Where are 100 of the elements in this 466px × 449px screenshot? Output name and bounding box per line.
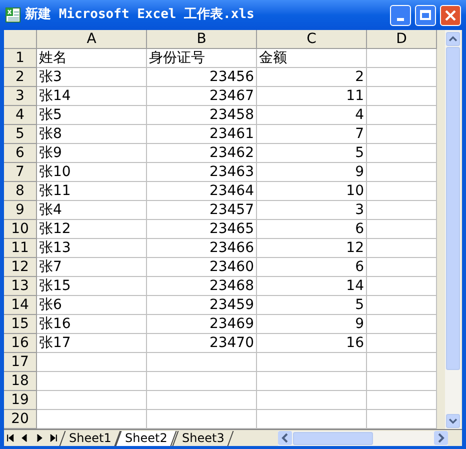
sheet-tab[interactable]: Sheet1 bbox=[59, 430, 122, 446]
empty-cell bbox=[367, 296, 437, 315]
row-header[interactable]: 2 bbox=[4, 68, 37, 87]
table-cell: 16 bbox=[257, 334, 367, 353]
table-cell: 张10 bbox=[37, 163, 147, 182]
maximize-button[interactable] bbox=[415, 4, 436, 26]
row-header[interactable]: 16 bbox=[4, 334, 37, 353]
empty-cell bbox=[367, 410, 437, 429]
table-cell: 张14 bbox=[37, 87, 147, 106]
row-header[interactable]: 3 bbox=[4, 87, 37, 106]
scroll-thumb[interactable] bbox=[446, 47, 460, 370]
table-cell: 3 bbox=[257, 201, 367, 220]
table-cell: 23469 bbox=[147, 315, 257, 334]
empty-cell bbox=[367, 277, 437, 296]
column-header[interactable]: D bbox=[367, 30, 437, 49]
table-cell: 23460 bbox=[147, 258, 257, 277]
row-header[interactable]: 8 bbox=[4, 182, 37, 201]
table-cell: 14 bbox=[257, 277, 367, 296]
minimize-button[interactable] bbox=[390, 4, 411, 26]
table-cell: 23463 bbox=[147, 163, 257, 182]
table-cell: 23464 bbox=[147, 182, 257, 201]
sheet-tab[interactable]: Sheet2 bbox=[116, 430, 178, 446]
row-header[interactable]: 17 bbox=[4, 353, 37, 372]
table-cell: 23458 bbox=[147, 106, 257, 125]
empty-cell bbox=[367, 201, 437, 220]
empty-cell bbox=[367, 87, 437, 106]
empty-cell bbox=[367, 372, 437, 391]
table-cell: 张8 bbox=[37, 125, 147, 144]
row-header[interactable]: 18 bbox=[4, 372, 37, 391]
row-header[interactable]: 14 bbox=[4, 296, 37, 315]
scroll-down-icon[interactable] bbox=[446, 414, 460, 428]
row-header[interactable]: 12 bbox=[4, 258, 37, 277]
table-cell: 张3 bbox=[37, 68, 147, 87]
empty-cell bbox=[367, 106, 437, 125]
empty-cell bbox=[367, 258, 437, 277]
table-cell: 6 bbox=[257, 258, 367, 277]
table-cell: 9 bbox=[257, 315, 367, 334]
table-cell: 张13 bbox=[37, 239, 147, 258]
table-cell: 张16 bbox=[37, 315, 147, 334]
close-icon bbox=[445, 10, 456, 20]
table-cell: 2 bbox=[257, 68, 367, 87]
table-cell: 23466 bbox=[147, 239, 257, 258]
row-header[interactable]: 10 bbox=[4, 220, 37, 239]
table-cell: 张7 bbox=[37, 258, 147, 277]
empty-cell bbox=[367, 163, 437, 182]
row-header[interactable]: 15 bbox=[4, 315, 37, 334]
empty-cell bbox=[367, 125, 437, 144]
table-cell: 金额 bbox=[257, 49, 367, 68]
row-header[interactable]: 19 bbox=[4, 391, 37, 410]
empty-cell bbox=[367, 144, 437, 163]
spreadsheet-icon bbox=[5, 7, 21, 23]
row-header[interactable]: 13 bbox=[4, 277, 37, 296]
table-cell: 张11 bbox=[37, 182, 147, 201]
horizontal-scrollbar[interactable] bbox=[278, 430, 448, 446]
table-cell: 23470 bbox=[147, 334, 257, 353]
table-cell: 23461 bbox=[147, 125, 257, 144]
table-cell: 5 bbox=[257, 296, 367, 315]
empty-cell bbox=[367, 315, 437, 334]
empty-cell bbox=[367, 391, 437, 410]
table-cell: 姓名 bbox=[37, 49, 147, 68]
table-cell: 张5 bbox=[37, 106, 147, 125]
row-header[interactable]: 7 bbox=[4, 163, 37, 182]
close-button[interactable] bbox=[440, 4, 461, 26]
table-cell: 5 bbox=[257, 144, 367, 163]
scroll-thumb[interactable] bbox=[293, 432, 373, 444]
vertical-scrollbar[interactable] bbox=[445, 30, 461, 429]
row-header[interactable]: 20 bbox=[4, 410, 37, 429]
empty-cell bbox=[367, 353, 437, 372]
table-cell: 9 bbox=[257, 163, 367, 182]
scroll-right-icon[interactable] bbox=[434, 431, 448, 445]
row-header[interactable]: 11 bbox=[4, 239, 37, 258]
scroll-up-icon[interactable] bbox=[446, 32, 460, 46]
select-all-corner[interactable] bbox=[4, 30, 37, 49]
column-header[interactable]: C bbox=[257, 30, 367, 49]
table-cell: 10 bbox=[257, 182, 367, 201]
table-cell: 张15 bbox=[37, 277, 147, 296]
table-cell: 23456 bbox=[147, 68, 257, 87]
table-cell: 12 bbox=[257, 239, 367, 258]
row-header[interactable]: 5 bbox=[4, 125, 37, 144]
empty-cell bbox=[367, 334, 437, 353]
table-cell: 23462 bbox=[147, 144, 257, 163]
empty-cell bbox=[367, 239, 437, 258]
sheet-tab[interactable]: Sheet3 bbox=[172, 430, 234, 446]
empty-cell bbox=[367, 68, 437, 87]
table-cell: 23467 bbox=[147, 87, 257, 106]
row-header[interactable]: 1 bbox=[4, 49, 37, 68]
table-cell: 23465 bbox=[147, 220, 257, 239]
table-cell: 张4 bbox=[37, 201, 147, 220]
column-header[interactable]: A bbox=[37, 30, 147, 49]
table-cell: 4 bbox=[257, 106, 367, 125]
row-header[interactable]: 9 bbox=[4, 201, 37, 220]
row-header[interactable]: 4 bbox=[4, 106, 37, 125]
row-header[interactable]: 6 bbox=[4, 144, 37, 163]
table-cell: 6 bbox=[257, 220, 367, 239]
scroll-left-icon[interactable] bbox=[278, 431, 292, 445]
table-cell: 7 bbox=[257, 125, 367, 144]
table-cell: 张6 bbox=[37, 296, 147, 315]
table-cell: 身份证号 bbox=[147, 49, 257, 68]
table-cell: 23468 bbox=[147, 277, 257, 296]
column-header[interactable]: B bbox=[147, 30, 257, 49]
